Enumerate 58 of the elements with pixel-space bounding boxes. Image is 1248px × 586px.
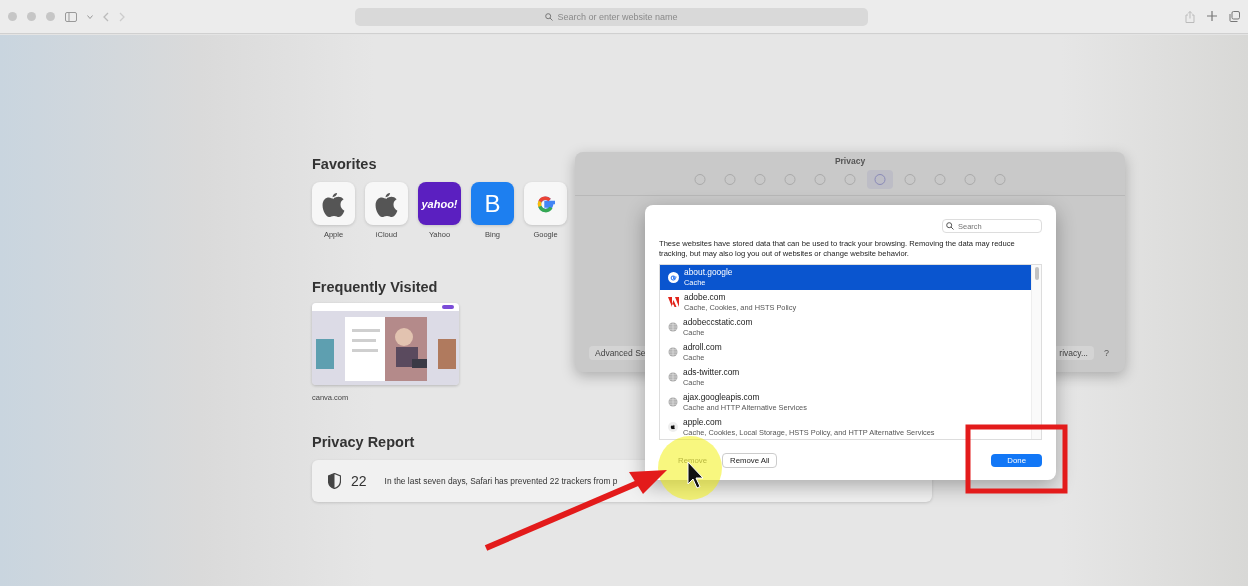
window-minimize-button[interactable] bbox=[27, 12, 36, 21]
site-name: adroll.com bbox=[683, 342, 722, 352]
circle-icon bbox=[903, 173, 917, 186]
site-name: adobe.com bbox=[684, 292, 727, 302]
section-title: Favorites bbox=[312, 156, 377, 172]
forward-icon[interactable] bbox=[119, 11, 125, 22]
section-title: Frequently Visited bbox=[312, 279, 438, 295]
circle-icon bbox=[813, 173, 827, 186]
tracker-count: 22 bbox=[351, 473, 367, 489]
help-button[interactable]: ? bbox=[1098, 347, 1115, 359]
privacy-button[interactable]: rivacy... bbox=[1053, 346, 1094, 360]
shield-icon bbox=[328, 473, 341, 489]
plus-icon[interactable] bbox=[1207, 10, 1217, 21]
circle-icon bbox=[843, 173, 857, 186]
report-text: In the last seven days, Safari has prevented 22 trackers from p bbox=[384, 476, 618, 486]
apple-logo-icon bbox=[373, 190, 400, 217]
favorite-tile[interactable] bbox=[312, 182, 355, 225]
preferences-tab[interactable] bbox=[867, 170, 893, 189]
logo-text: yahoo! bbox=[421, 197, 458, 210]
site-name: about.google bbox=[684, 267, 733, 277]
search-icon bbox=[545, 12, 554, 21]
site-name: ads-twitter.com bbox=[683, 367, 740, 377]
window-zoom-button[interactable] bbox=[46, 12, 55, 21]
circle-icon bbox=[753, 173, 767, 186]
favorite-tile[interactable] bbox=[365, 182, 408, 225]
favorite-tile[interactable] bbox=[524, 182, 567, 225]
circle-icon bbox=[933, 173, 947, 186]
adobe-logo-icon bbox=[668, 297, 679, 307]
scrollbar[interactable] bbox=[1031, 264, 1041, 440]
logo-text: B bbox=[484, 189, 501, 218]
google-logo-icon bbox=[668, 271, 679, 283]
favorite-tile[interactable]: B bbox=[471, 182, 514, 225]
apple-logo-icon bbox=[668, 422, 678, 432]
circle-icon bbox=[873, 173, 887, 186]
globe-icon bbox=[668, 372, 678, 382]
site-name: apple.com bbox=[683, 417, 723, 427]
tabs-overview-icon[interactable] bbox=[1229, 10, 1240, 22]
sidebar-icon[interactable] bbox=[65, 11, 77, 22]
section-title: Privacy Report bbox=[312, 434, 415, 450]
cursor-highlight bbox=[658, 436, 722, 500]
site-name: adobeccstatic.com bbox=[683, 317, 753, 327]
favorite-tile[interactable]: yahoo! bbox=[418, 182, 461, 225]
circle-icon bbox=[993, 173, 1007, 186]
circle-icon bbox=[963, 173, 977, 186]
apple-logo-icon bbox=[320, 190, 347, 217]
window-close-button[interactable] bbox=[8, 12, 17, 21]
chevron-down-icon[interactable] bbox=[87, 14, 93, 19]
back-icon[interactable] bbox=[103, 11, 109, 22]
window-title: Privacy bbox=[833, 155, 867, 166]
site-name: ajax.googleapis.com bbox=[683, 392, 761, 402]
globe-icon bbox=[668, 322, 678, 332]
share-icon[interactable] bbox=[1185, 10, 1195, 23]
circle-icon bbox=[723, 173, 737, 186]
circle-icon bbox=[693, 173, 707, 186]
globe-icon bbox=[668, 347, 678, 357]
globe-icon bbox=[668, 397, 678, 407]
circle-icon bbox=[783, 173, 797, 186]
search-icon bbox=[946, 222, 954, 230]
